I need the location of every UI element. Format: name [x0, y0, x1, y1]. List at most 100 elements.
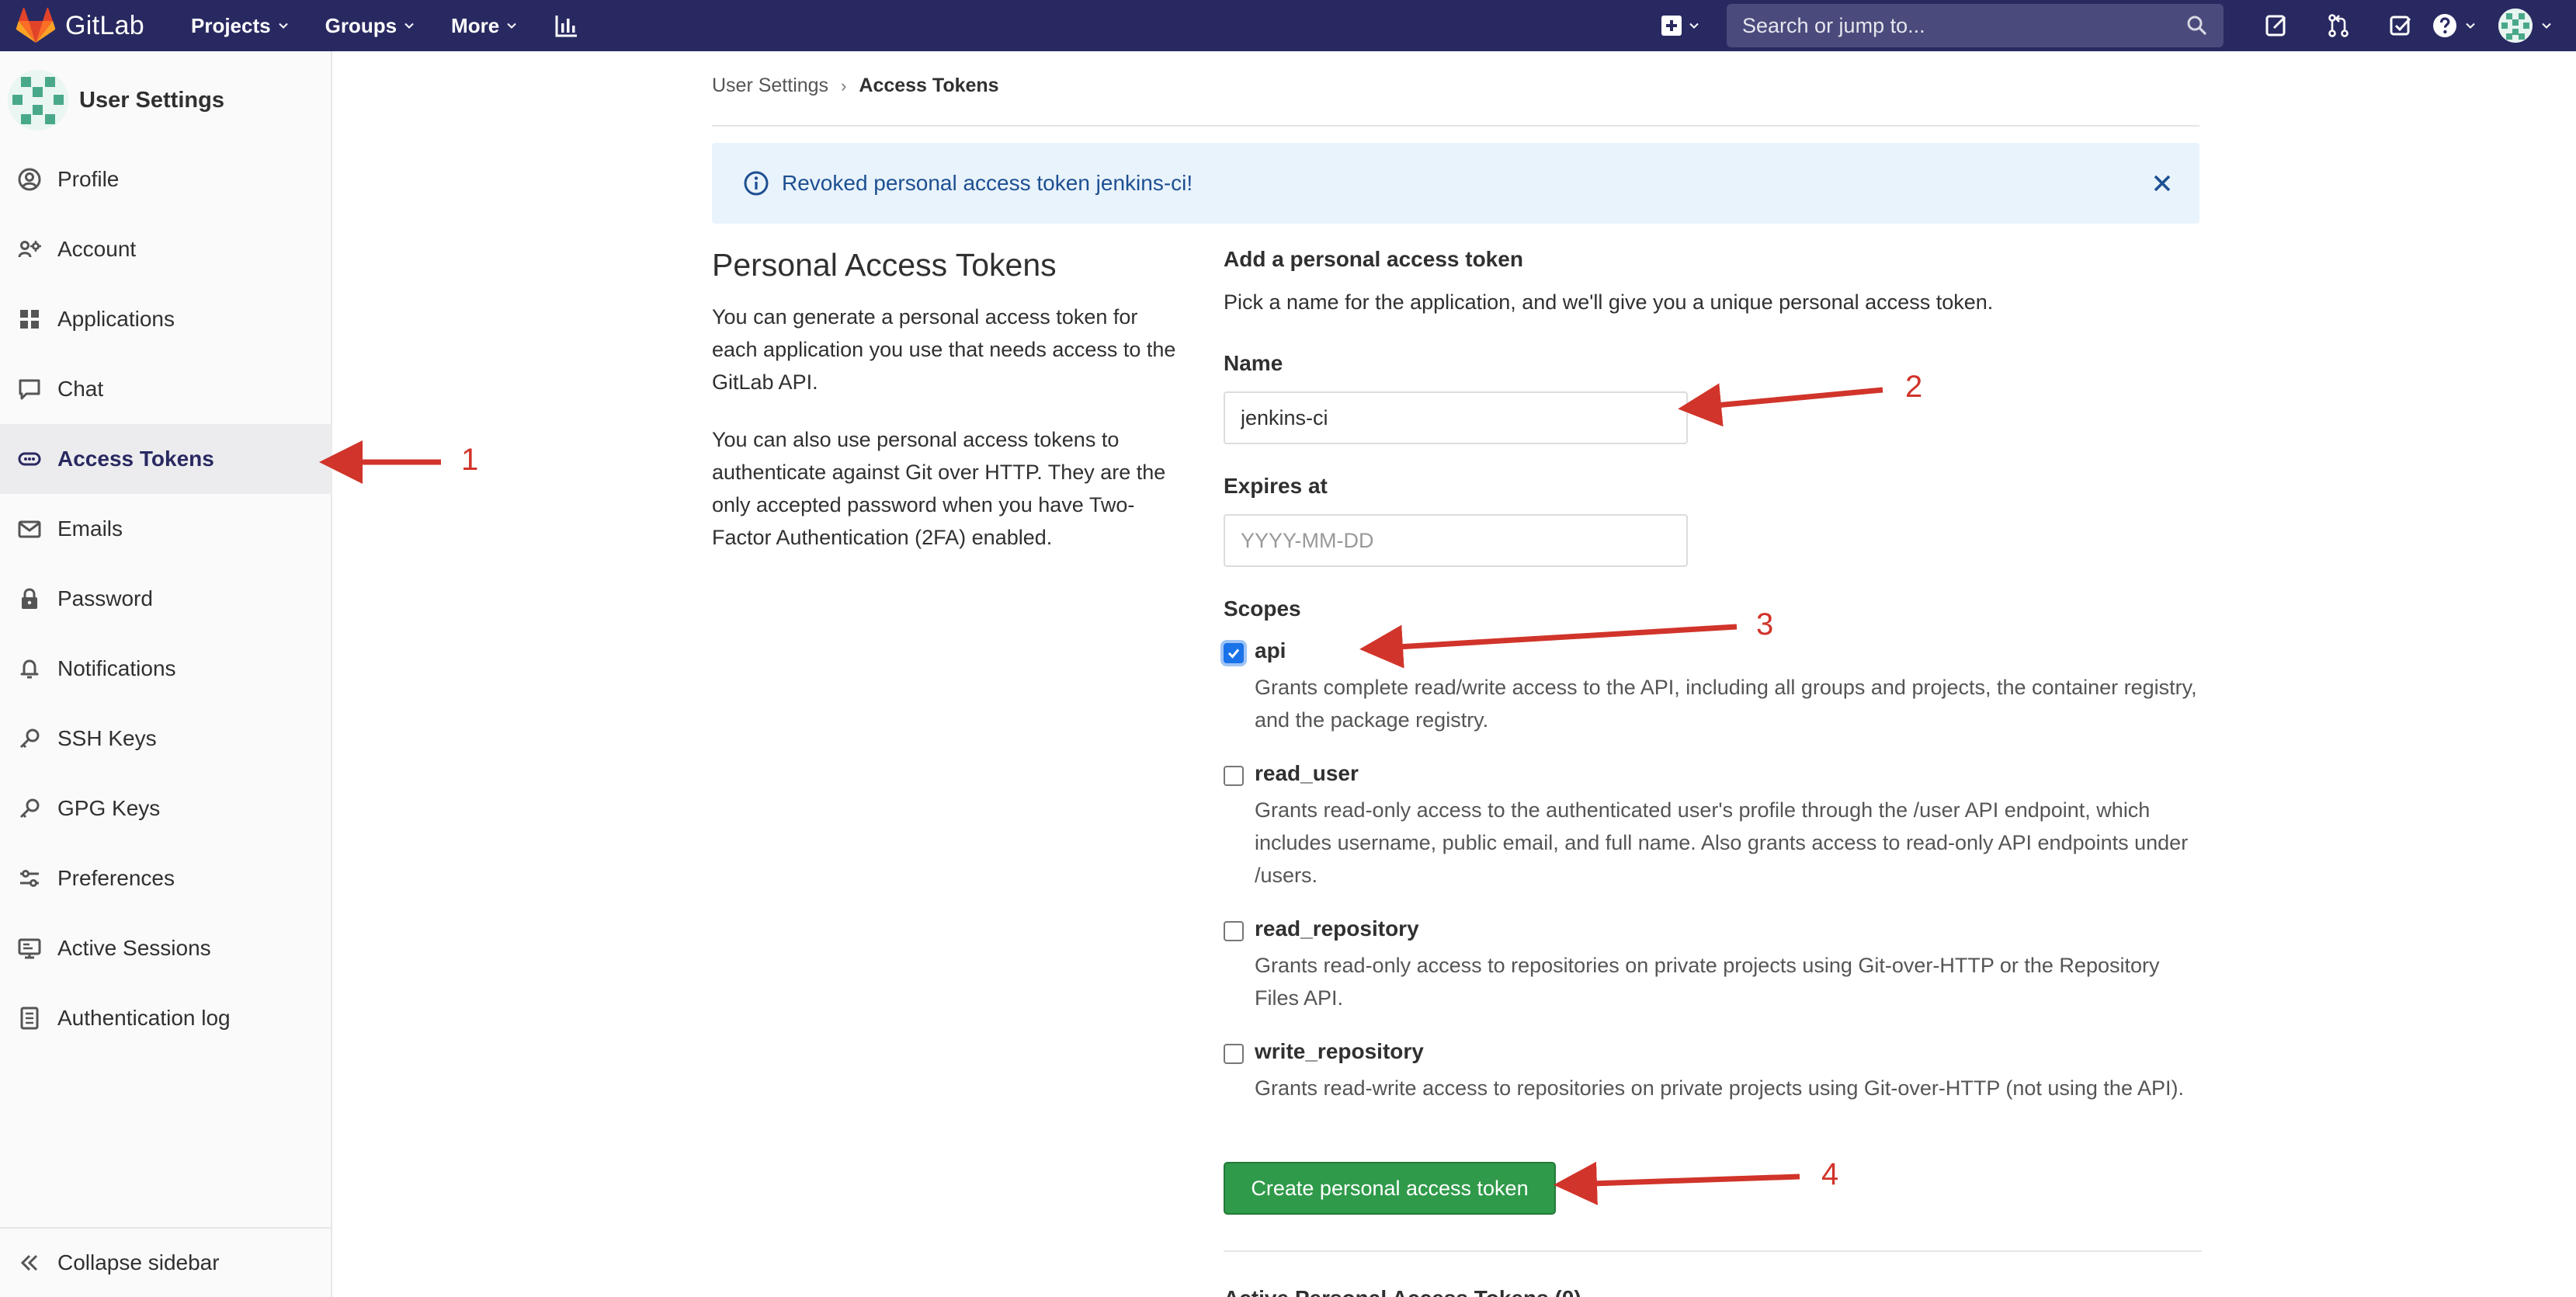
sidebar-item-account[interactable]: Account: [0, 214, 332, 284]
scope-name: api: [1255, 638, 1286, 662]
scope-description: Grants read-only access to the authentic…: [1255, 798, 2189, 887]
sidebar-item-active-sessions[interactable]: Active Sessions: [0, 913, 332, 983]
arrow-icon: [1554, 1161, 1800, 1205]
nav-groups-label: Groups: [325, 13, 398, 37]
annotation-number-1: 1: [461, 443, 479, 477]
section-divider: [1224, 1250, 2202, 1252]
chevron-down-icon: [1689, 23, 1699, 29]
sidebar-item-emails[interactable]: Emails: [0, 494, 332, 564]
sidebar-item-access-tokens[interactable]: Access Tokens: [0, 424, 332, 494]
search-icon: [2187, 16, 2207, 36]
scope-description: Grants read-write access to repositories…: [1255, 1076, 2184, 1100]
close-icon[interactable]: [2150, 171, 2175, 196]
preferences-icon: [20, 870, 39, 887]
merge-requests-nav-button[interactable]: [2307, 0, 2369, 51]
intro-paragraph-1: You can generate a personal access token…: [712, 305, 1176, 394]
sidebar-item-label: Emails: [57, 516, 123, 541]
form-description: Pick a name for the application, and we'…: [1224, 290, 1994, 314]
info-icon: [744, 171, 769, 196]
collapse-sidebar-label: Collapse sidebar: [57, 1250, 220, 1274]
expires-at-label: Expires at: [1224, 474, 1328, 498]
scope-write-repository-checkbox[interactable]: [1224, 1044, 1244, 1064]
annotation-number-2: 2: [1905, 370, 1923, 404]
sidebar-item-label: Notifications: [57, 656, 176, 680]
sidebar-item-label: Password: [57, 586, 153, 610]
sidebar-item-gpg-keys[interactable]: GPG Keys: [0, 774, 332, 843]
breadcrumb-user-settings-link[interactable]: User Settings: [712, 75, 828, 97]
chevron-down-icon: [507, 23, 516, 29]
mail-icon: [18, 520, 41, 538]
scope-description: Grants read-only access to repositories …: [1255, 954, 2160, 1010]
sidebar-item-label: Access Tokens: [57, 447, 214, 471]
form-heading: Add a personal access token: [1224, 247, 1523, 271]
breadcrumb: User Settings › Access Tokens: [712, 75, 999, 97]
profile-icon: [18, 168, 41, 191]
gitlab-brand: GitLab: [65, 10, 144, 40]
scope-name: write_repository: [1255, 1039, 1424, 1063]
plus-icon: [1661, 16, 1682, 36]
scopes-label: Scopes: [1224, 596, 1301, 621]
key-icon: [19, 728, 40, 749]
nav-menu: Projects Groups More: [191, 12, 580, 39]
sidebar-item-label: Authentication log: [57, 1006, 231, 1030]
sidebar-item-preferences[interactable]: Preferences: [0, 843, 332, 913]
sidebar-item-notifications[interactable]: Notifications: [0, 634, 332, 704]
sidebar-item-label: Profile: [57, 167, 120, 191]
lock-icon: [22, 588, 37, 609]
scope-read-repository-checkbox[interactable]: [1224, 921, 1244, 941]
expires-at-date-input[interactable]: [1224, 514, 1688, 567]
chevron-down-icon: [278, 23, 288, 29]
sidebar-item-authentication-log[interactable]: Authentication log: [0, 983, 332, 1053]
sidebar-item-applications[interactable]: Applications: [0, 284, 332, 354]
issues-nav-button[interactable]: [2245, 0, 2307, 51]
checkmark-icon: [1227, 648, 1240, 659]
log-icon: [20, 1007, 39, 1030]
sidebar-item-label: Applications: [57, 307, 175, 331]
collapse-sidebar-button[interactable]: Collapse sidebar: [0, 1227, 332, 1297]
sidebar-item-password[interactable]: Password: [0, 564, 332, 634]
scope-read-user-checkbox[interactable]: [1224, 766, 1244, 786]
breadcrumb-current[interactable]: Access Tokens: [859, 75, 998, 97]
sidebar-header[interactable]: User Settings: [0, 51, 331, 149]
sidebar-item-chat[interactable]: Chat: [0, 354, 332, 424]
avatar: [2498, 9, 2533, 43]
user-menu-dropdown[interactable]: [2498, 9, 2553, 43]
page-title: Personal Access Tokens: [712, 247, 1057, 283]
chevron-down-icon: [2466, 23, 2475, 29]
new-item-dropdown[interactable]: [1661, 16, 1700, 36]
gitlab-home-link[interactable]: GitLab: [16, 0, 144, 51]
intro-section: Personal Access Tokens You can generate …: [712, 247, 1178, 579]
chevron-down-icon: [404, 23, 414, 29]
identicon-avatar-icon: [8, 70, 68, 130]
search-placeholder: Search or jump to...: [1742, 13, 1925, 37]
help-dropdown[interactable]: [2432, 12, 2477, 39]
scope-write-repository: write_repository Grants read-write acces…: [1224, 1039, 2203, 1132]
token-name-input[interactable]: [1224, 391, 1688, 444]
sidebar-item-ssh-keys[interactable]: SSH Keys: [0, 704, 332, 774]
scope-name: read_user: [1255, 761, 1359, 785]
name-label: Name: [1224, 351, 1283, 375]
intro-paragraph-2: You can also use personal access tokens …: [712, 428, 1166, 549]
nav-projects-dropdown[interactable]: Projects: [191, 14, 290, 38]
sidebar-item-label: Account: [57, 237, 137, 261]
avatar: [8, 70, 68, 130]
key-icon: [19, 798, 40, 819]
gitlab-logo-icon: [16, 7, 56, 43]
nav-groups-dropdown[interactable]: Groups: [325, 14, 415, 38]
scope-description: Grants complete read/write access to the…: [1255, 676, 2197, 732]
scope-api: api Grants complete read/write access to…: [1224, 638, 2203, 732]
chat-icon: [19, 379, 40, 400]
scope-read-repository: read_repository Grants read-only access …: [1224, 916, 2203, 1010]
scope-api-checkbox[interactable]: [1224, 643, 1244, 663]
sidebar-item-label: Chat: [57, 377, 104, 401]
sidebar-title: User Settings: [79, 87, 224, 113]
nav-more-dropdown[interactable]: More: [451, 14, 518, 38]
activity-chart-icon[interactable]: [554, 12, 580, 39]
double-chevron-left-icon: [20, 1254, 38, 1271]
revoked-token-alert: Revoked personal access token jenkins-ci…: [712, 143, 2199, 224]
sidebar-item-profile[interactable]: Profile: [0, 144, 332, 214]
todos-nav-button[interactable]: [2369, 0, 2432, 51]
search-input[interactable]: Search or jump to...: [1727, 4, 2224, 47]
create-token-button[interactable]: Create personal access token: [1224, 1162, 1556, 1215]
scope-read-user: read_user Grants read-only access to the…: [1224, 761, 2203, 887]
